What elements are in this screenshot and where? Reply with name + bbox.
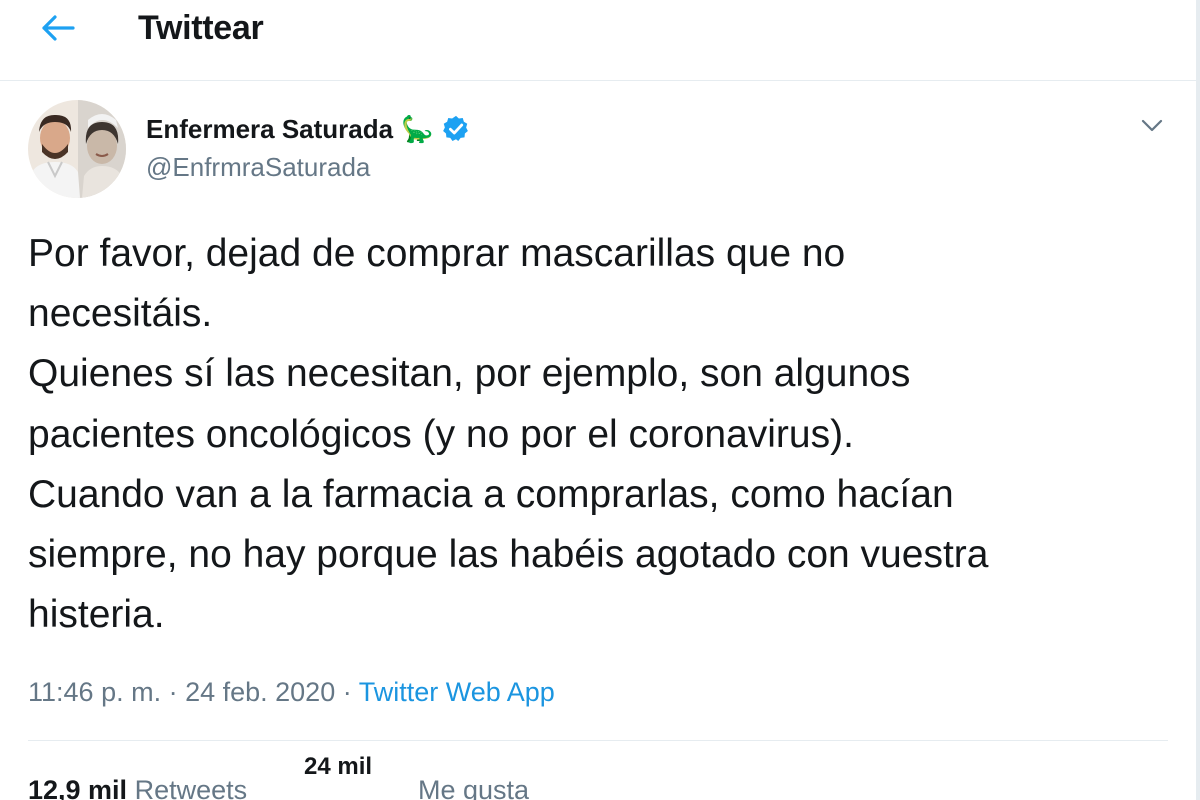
likes-label[interactable]: Me gusta — [418, 770, 529, 800]
verified-badge-icon — [443, 115, 469, 141]
meta-separator: · — [161, 677, 186, 707]
profile-avatar — [28, 100, 126, 198]
tweet-line: siempre, no hay porque las habéis agotad… — [28, 532, 989, 576]
page-title: Twittear — [138, 9, 264, 47]
scrollbar-edge — [1196, 0, 1200, 800]
tweet-time[interactable]: 11:46 p. m. — [28, 677, 161, 707]
back-arrow-icon — [42, 15, 75, 41]
tweet-line: Quienes sí las necesitan, por ejemplo, s… — [28, 352, 911, 396]
dinosaur-emoji: 🦕 — [401, 114, 434, 144]
more-options-button[interactable] — [1132, 108, 1172, 144]
tweet-line: Cuando van a la farmacia a comprarlas, c… — [28, 472, 954, 516]
tweet-date[interactable]: 24 feb. 2020 — [185, 677, 335, 707]
tweet-text: Por favor, dejad de comprar mascarillas … — [28, 224, 1168, 645]
top-bar: Twittear — [0, 0, 1196, 81]
tweet-line: necesitáis. — [28, 292, 213, 336]
author-handle[interactable]: @EnfrmraSaturada — [146, 152, 370, 183]
divider — [28, 740, 1168, 741]
back-button[interactable] — [30, 6, 86, 50]
retweets-stat[interactable]: 12,9 mil Retweets — [28, 770, 247, 800]
tweet-line: pacientes oncológicos (y no por el coron… — [28, 412, 854, 456]
retweets-label: Retweets — [134, 775, 248, 800]
tweet-source-link[interactable]: Twitter Web App — [359, 677, 555, 707]
avatar[interactable] — [28, 100, 126, 198]
author-name[interactable]: Enfermera Saturada — [146, 114, 393, 145]
tweet-detail-page: Twittear Enfermera Saturada 🦕 @EnfrmraSa — [0, 0, 1200, 800]
tweet-line: Por favor, dejad de comprar mascarillas … — [28, 232, 846, 275]
chevron-down-icon — [1141, 119, 1163, 132]
tweet-meta: 11:46 p. m. · 24 feb. 2020 · Twitter Web… — [28, 672, 555, 712]
meta-separator: · — [335, 677, 359, 707]
retweets-count: 12,9 mil — [28, 775, 128, 800]
tweet-line: histeria. — [28, 593, 165, 637]
author-name-row: Enfermera Saturada 🦕 — [146, 108, 471, 150]
likes-count[interactable]: 24 mil — [304, 752, 372, 782]
